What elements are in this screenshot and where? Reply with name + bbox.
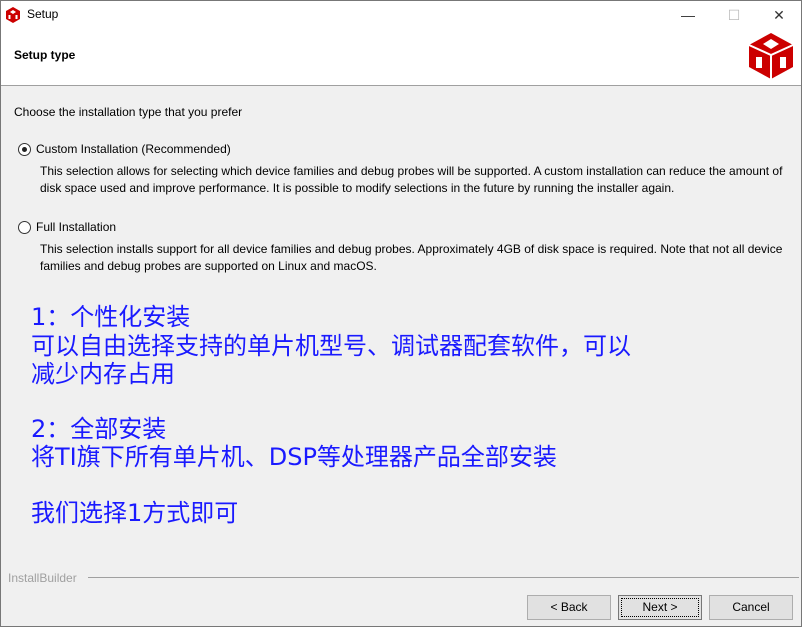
custom-installation-description: This selection allows for selecting whic… — [40, 164, 783, 195]
installbuilder-brand: InstallBuilder — [8, 571, 77, 585]
radio-button-unchecked[interactable] — [18, 220, 31, 234]
prompt-text: Choose the installation type that you pr… — [14, 105, 243, 119]
back-button[interactable]: < Back — [527, 595, 611, 620]
next-button[interactable]: Next > — [618, 595, 702, 620]
annotation-line: 减少内存占用 — [31, 360, 175, 388]
minimize-icon[interactable]: — — [665, 1, 711, 29]
full-installation-description: This selection installs support for all … — [40, 242, 783, 273]
header: Setup type — [1, 29, 801, 86]
annotation-line: 可以自由选择支持的单片机型号、调试器配套软件，可以 — [31, 332, 631, 360]
installbuilder-logo-icon — [748, 33, 794, 79]
title-bar[interactable]: Setup — ☐ ✕ — [1, 1, 801, 29]
annotation-line: 将TI旗下所有单片机、DSP等处理器产品全部安装 — [31, 443, 557, 471]
next-button-label: Next > — [621, 598, 699, 617]
radio-custom-installation[interactable]: Custom Installation (Recommended) — [18, 142, 231, 156]
setup-window: Setup — ☐ ✕ Setup type Choose the instal… — [0, 0, 802, 627]
annotation-line: 2：全部安装 — [31, 415, 167, 443]
maximize-icon[interactable]: ☐ — [711, 1, 757, 29]
app-icon — [6, 7, 20, 23]
close-icon[interactable]: ✕ — [756, 1, 802, 29]
annotation-line: 1：个性化安装 — [31, 303, 191, 331]
window-title: Setup — [27, 7, 59, 21]
page-title: Setup type — [14, 48, 76, 62]
radio-full-installation[interactable]: Full Installation — [18, 220, 116, 234]
cancel-button[interactable]: Cancel — [709, 595, 793, 620]
annotation-line: 我们选择1方式即可 — [31, 499, 239, 527]
radio-button-checked[interactable] — [18, 142, 31, 156]
footer-divider — [88, 577, 799, 578]
radio-label: Full Installation — [36, 220, 117, 234]
radio-label: Custom Installation (Recommended) — [36, 142, 231, 156]
